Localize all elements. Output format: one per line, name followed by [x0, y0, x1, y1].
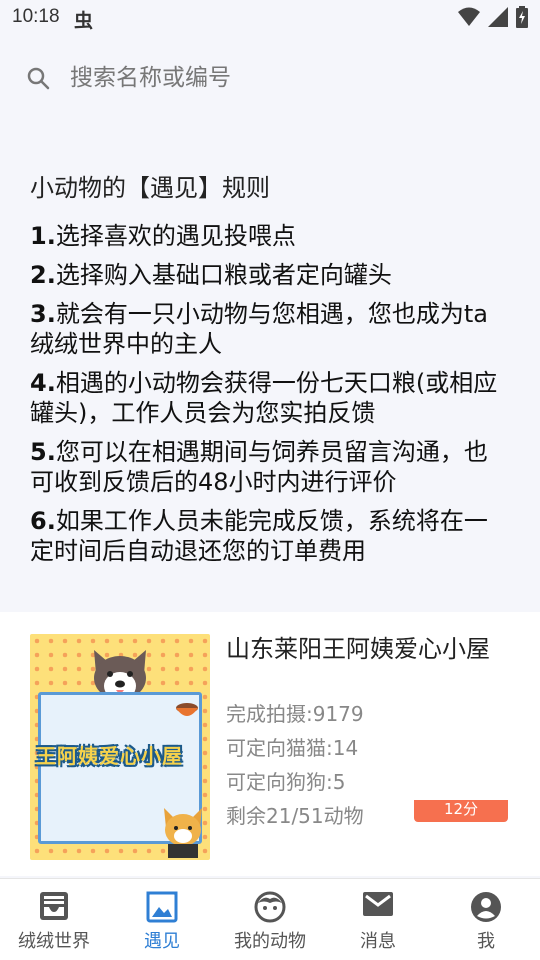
status-time: 10:18 [12, 6, 60, 27]
nav-item-my-animals[interactable]: 我的动物 [216, 879, 324, 960]
rule-item: 5.您可以在相遇期间与饲养员留言沟通，也可收到反馈后的48小时内进行评价 [30, 438, 488, 496]
rule-item: 6.如果工作人员未能完成反馈，系统将在一定时间后自动退还您的订单费用 [30, 507, 488, 565]
shelter-name: 山东莱阳王阿姨爱心小屋 [226, 635, 490, 663]
search-input[interactable] [70, 60, 510, 96]
food-bowl-icon [176, 703, 198, 716]
status-app-icon: 虫 [74, 10, 94, 32]
nav-item-me[interactable]: 我 [432, 879, 540, 960]
corgi-icon [164, 808, 202, 858]
rules-section: 小动物的【遇见】规则 1.选择喜欢的遇见投喂点 2.选择购入基础口粮或者定向罐头… [0, 150, 540, 610]
search-bar [0, 46, 540, 112]
stat-animals-remaining: 剩余21/51动物 [226, 804, 364, 828]
photo-icon [146, 891, 178, 923]
bottom-nav: 绒绒世界 遇见 我的动物 消息 我 [0, 878, 540, 960]
wifi-icon [458, 7, 480, 26]
stat-cats-available: 可定向猫猫:14 [226, 736, 359, 760]
score-badge: 12分 [414, 800, 508, 822]
rule-item: 4.相遇的小动物会获得一份七天口粮(或相应罐头)，工作人员会为您实拍反馈 [30, 369, 498, 427]
battery-icon [516, 6, 528, 28]
nav-label: 我 [477, 931, 495, 952]
rule-item: 2.选择购入基础口粮或者定向罐头 [30, 261, 392, 289]
nav-label: 绒绒世界 [18, 931, 90, 952]
nav-label: 遇见 [144, 931, 180, 952]
nav-item-world[interactable]: 绒绒世界 [0, 879, 108, 960]
thumbnail-title: 王阿姨爱心小屋 [36, 744, 183, 768]
rules-list: 1.选择喜欢的遇见投喂点 2.选择购入基础口粮或者定向罐头 3.就会有一只小动物… [30, 221, 510, 566]
rule-item: 1.选择喜欢的遇见投喂点 [30, 222, 296, 250]
nav-label: 我的动物 [234, 931, 306, 952]
pet-face-icon [254, 891, 286, 923]
nav-item-meet[interactable]: 遇见 [108, 879, 216, 960]
nav-item-messages[interactable]: 消息 [324, 879, 432, 960]
search-icon [27, 67, 50, 90]
cell-signal-icon [488, 7, 508, 27]
mail-icon [363, 892, 393, 916]
inbox-icon [40, 892, 68, 920]
stat-photos-done: 完成拍摄:9179 [226, 702, 364, 726]
status-bar: 10:18 虫 [0, 0, 540, 36]
stat-dogs-available: 可定向狗狗:5 [226, 770, 346, 794]
nav-label: 消息 [360, 931, 396, 952]
rule-item: 3.就会有一只小动物与您相遇，您也成为ta绒绒世界中的主人 [30, 300, 488, 358]
rules-title: 小动物的【遇见】规则 [30, 174, 270, 202]
account-icon [471, 892, 501, 922]
shelter-thumbnail[interactable]: 王阿姨爱心小屋 [30, 634, 210, 860]
status-icons [458, 6, 528, 28]
shelter-card[interactable]: 王阿姨爱心小屋 山东莱阳王阿姨爱心小屋 完成拍摄:9179 可定向猫猫:14 可… [30, 634, 520, 860]
